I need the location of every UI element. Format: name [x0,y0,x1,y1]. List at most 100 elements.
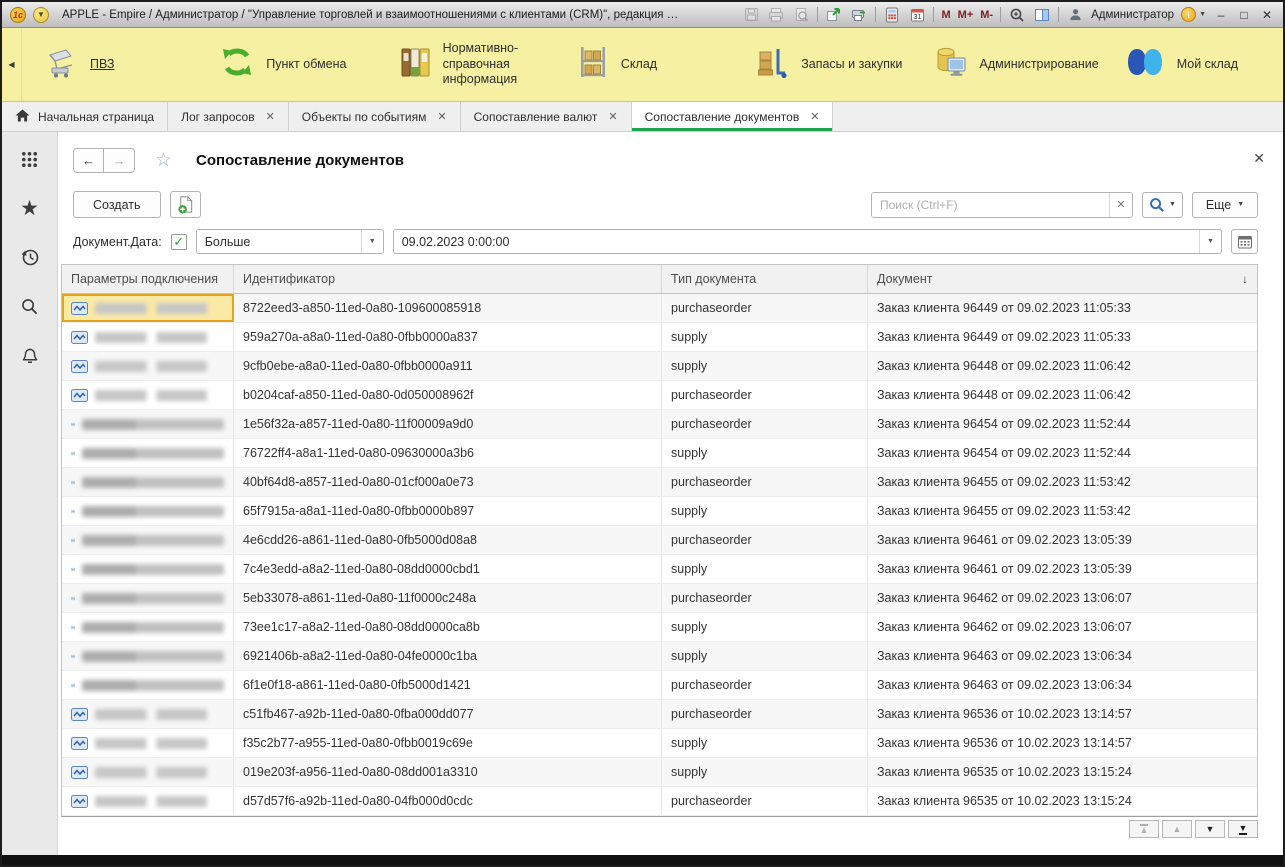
section-administration[interactable]: Администрирование [913,28,1104,101]
minimize-button[interactable]: – [1213,8,1229,22]
print-preview-icon[interactable] [792,6,810,24]
save-icon[interactable] [742,6,760,24]
close-tab-icon[interactable]: ✕ [266,110,275,123]
identifier-cell[interactable]: 40bf64d8-a857-11ed-0a80-01cf000a0e73 [234,468,662,496]
connection-cell[interactable] [62,526,234,554]
close-tab-icon[interactable]: ✕ [608,110,617,123]
doctype-cell[interactable]: purchaseorder [662,671,868,699]
identifier-cell[interactable]: f35c2b77-a955-11ed-0a80-0fbb0019c69e [234,729,662,757]
identifier-cell[interactable]: 7c4e3edd-a8a2-11ed-0a80-08dd0000cbd1 [234,555,662,583]
doctype-cell[interactable]: supply [662,555,868,583]
connection-cell[interactable] [62,410,234,438]
table-row[interactable]: 73ee1c17-a8a2-11ed-0a80-08dd0000ca8b sup… [62,613,1257,642]
doctype-cell[interactable]: purchaseorder [662,526,868,554]
tab-objects-by-events[interactable]: Объекты по событиям ✕ [289,102,461,131]
doctype-cell[interactable]: purchaseorder [662,468,868,496]
table-row[interactable]: f35c2b77-a955-11ed-0a80-0fbb0019c69e sup… [62,729,1257,758]
tab-currency-matching[interactable]: Сопоставление валют ✕ [461,102,632,131]
identifier-cell[interactable]: 4e6cdd26-a861-11ed-0a80-0fb5000d08a8 [234,526,662,554]
doctype-cell[interactable]: supply [662,613,868,641]
section-stock-purchases[interactable]: Запасы и закупки [735,28,913,101]
doctype-cell[interactable]: supply [662,758,868,786]
doctype-cell[interactable]: supply [662,352,868,380]
table-row[interactable]: 65f7915a-a8a1-11ed-0a80-0fbb0000b897 sup… [62,497,1257,526]
document-cell[interactable]: Заказ клиента 96536 от 10.02.2023 13:14:… [868,700,1257,728]
document-cell[interactable]: Заказ клиента 96463 от 09.02.2023 13:06:… [868,642,1257,670]
identifier-cell[interactable]: d57d57f6-a92b-11ed-0a80-04fb000d0cdc [234,787,662,815]
identifier-cell[interactable]: b0204caf-a850-11ed-0a80-0d050008962f [234,381,662,409]
table-row[interactable]: 76722ff4-a8a1-11ed-0a80-09630000a3b6 sup… [62,439,1257,468]
doctype-cell[interactable]: supply [662,439,868,467]
section-moysklad[interactable]: Мой склад [1105,28,1283,101]
doctype-cell[interactable]: purchaseorder [662,584,868,612]
table-row[interactable]: 5eb33078-a861-11ed-0a80-11f0000c248a pur… [62,584,1257,613]
identifier-cell[interactable]: c51fb467-a92b-11ed-0a80-0fba000dd077 [234,700,662,728]
column-header-identifier[interactable]: Идентификатор [234,265,662,293]
chevron-down-icon[interactable]: ▼ [361,230,383,253]
connection-cell[interactable] [62,584,234,612]
section-pvz[interactable]: ПВЗ [22,28,200,101]
document-cell[interactable]: Заказ клиента 96448 от 09.02.2023 11:06:… [868,381,1257,409]
connection-cell[interactable] [62,555,234,583]
document-cell[interactable]: Заказ клиента 96461 от 09.02.2023 13:05:… [868,555,1257,583]
doctype-cell[interactable]: purchaseorder [662,381,868,409]
table-row[interactable]: 9cfb0ebe-a8a0-11ed-0a80-0fbb0000a911 sup… [62,352,1257,381]
document-cell[interactable]: Заказ клиента 96461 от 09.02.2023 13:05:… [868,526,1257,554]
column-header-document[interactable]: Документ↓ [868,265,1257,293]
connection-cell[interactable] [62,729,234,757]
identifier-cell[interactable]: 5eb33078-a861-11ed-0a80-11f0000c248a [234,584,662,612]
section-reference-info[interactable]: Нормативно-справочная информация [379,28,557,101]
calendar-icon[interactable]: 31 [908,6,926,24]
identifier-cell[interactable]: 76722ff4-a8a1-11ed-0a80-09630000a3b6 [234,439,662,467]
tab-home[interactable]: Начальная страница [2,102,168,131]
get-link-icon[interactable] [850,6,868,24]
connection-cell[interactable] [62,613,234,641]
current-user-label[interactable]: Администратор [1091,9,1174,21]
doctype-cell[interactable]: purchaseorder [662,787,868,815]
history-icon[interactable] [19,246,41,268]
document-cell[interactable]: Заказ клиента 96455 от 09.02.2023 11:53:… [868,468,1257,496]
scroll-up-button[interactable]: ▲ [1162,820,1192,838]
forward-button[interactable]: → [104,148,135,173]
close-button[interactable]: ✕ [1259,8,1275,22]
date-picker-button[interactable] [1231,229,1258,254]
close-tab-icon[interactable]: ✕ [437,110,446,123]
collapse-ribbon-button[interactable]: ◀ [2,28,22,101]
calculator-icon[interactable] [883,6,901,24]
search-input[interactable] [872,193,1109,217]
document-cell[interactable]: Заказ клиента 96462 от 09.02.2023 13:06:… [868,613,1257,641]
doctype-cell[interactable]: supply [662,497,868,525]
identifier-cell[interactable]: 73ee1c17-a8a2-11ed-0a80-08dd0000ca8b [234,613,662,641]
identifier-cell[interactable]: 959a270a-a8a0-11ed-0a80-0fbb0000a837 [234,323,662,351]
memory-m-minus-button[interactable]: M- [980,9,993,21]
document-cell[interactable]: Заказ клиента 96463 от 09.02.2023 13:06:… [868,671,1257,699]
memory-m-plus-button[interactable]: M+ [958,9,974,21]
chevron-down-icon[interactable]: ▼ [1199,230,1221,253]
search-button[interactable]: ▼ [1142,192,1183,218]
connection-cell[interactable] [62,642,234,670]
table-row[interactable]: 1e56f32a-a857-11ed-0a80-11f00009a9d0 pur… [62,410,1257,439]
table-row[interactable]: 8722eed3-a850-11ed-0a80-109600085918 pur… [62,294,1257,323]
connection-cell[interactable] [62,323,234,351]
document-cell[interactable]: Заказ клиента 96455 от 09.02.2023 11:53:… [868,497,1257,525]
scroll-to-bottom-button[interactable]: ▼ [1228,820,1258,838]
table-row[interactable]: b0204caf-a850-11ed-0a80-0d050008962f pur… [62,381,1257,410]
date-filter-field[interactable]: 09.02.2023 0:00:00 ▼ [393,229,1222,254]
doctype-cell[interactable]: supply [662,729,868,757]
connection-cell[interactable] [62,439,234,467]
document-cell[interactable]: Заказ клиента 96449 от 09.02.2023 11:05:… [868,294,1257,322]
document-cell[interactable]: Заказ клиента 96462 от 09.02.2023 13:06:… [868,584,1257,612]
connection-cell[interactable] [62,758,234,786]
document-cell[interactable]: Заказ клиента 96454 от 09.02.2023 11:52:… [868,439,1257,467]
tab-request-log[interactable]: Лог запросов ✕ [168,102,289,131]
search-icon[interactable] [19,295,41,317]
create-new-copy-button[interactable] [170,191,201,218]
print-icon[interactable] [767,6,785,24]
scroll-down-button[interactable]: ▼ [1195,820,1225,838]
memory-m-button[interactable]: M [941,9,950,21]
add-favorite-star-icon[interactable]: ☆ [155,149,172,172]
column-header-doctype[interactable]: Тип документа [662,265,868,293]
favorites-star-icon[interactable]: ★ [19,197,41,219]
open-link-icon[interactable] [825,6,843,24]
split-view-icon[interactable] [1033,6,1051,24]
